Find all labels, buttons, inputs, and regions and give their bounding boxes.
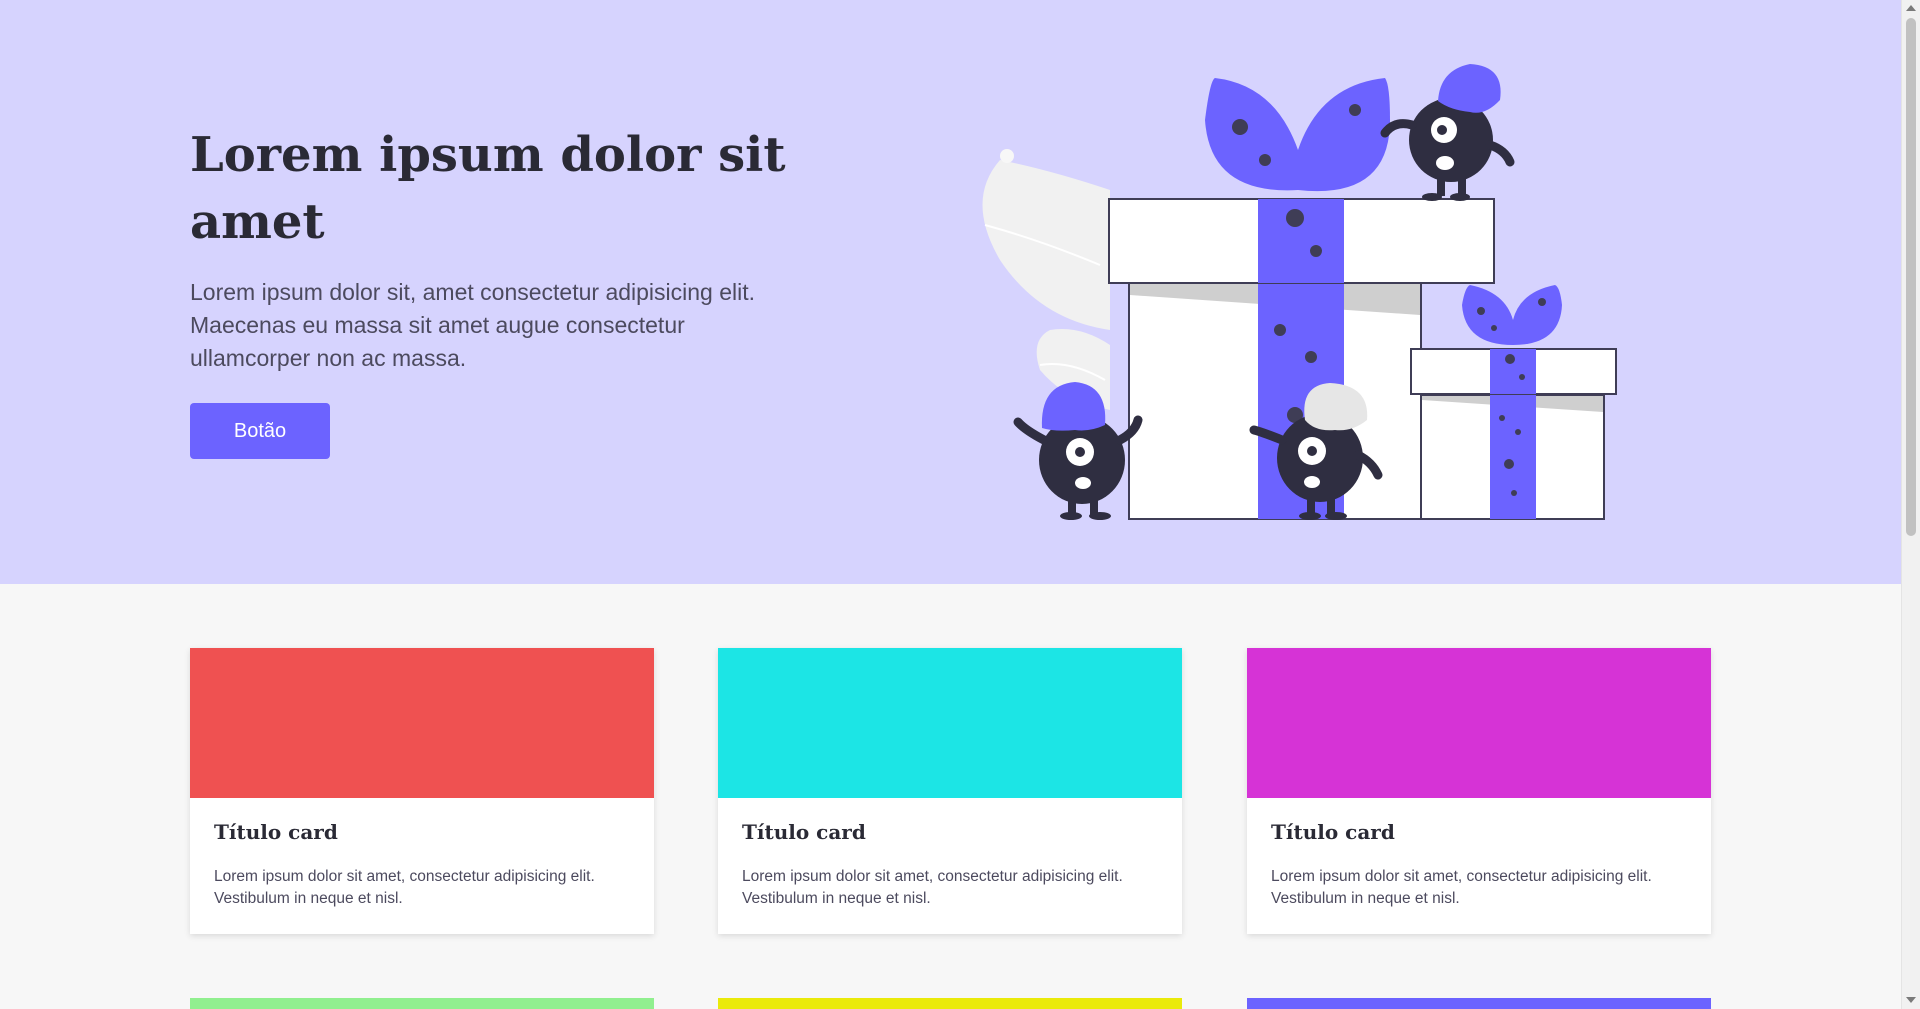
card-title: Título card bbox=[1271, 820, 1395, 844]
card-text: Lorem ipsum dolor sit amet, consectetur … bbox=[1271, 868, 1652, 907]
hero-title: Lorem ipsum dolor sit amet bbox=[190, 127, 786, 250]
card-3[interactable]: Título card Lorem ipsum dolor sit amet, … bbox=[1247, 648, 1711, 934]
card-6-top[interactable] bbox=[1247, 998, 1711, 1009]
card-text: Lorem ipsum dolor sit amet, consectetur … bbox=[742, 868, 1123, 907]
card-color-block bbox=[1247, 648, 1711, 798]
card-2[interactable]: Título card Lorem ipsum dolor sit amet, … bbox=[718, 648, 1182, 934]
card-color-block bbox=[190, 648, 654, 798]
page: Lorem ipsum dolor sit amet Lorem ipsum d… bbox=[0, 0, 1920, 1009]
hero-button[interactable]: Botão bbox=[190, 403, 330, 459]
scroll-up-arrow-icon[interactable] bbox=[1906, 5, 1916, 11]
card-text: Lorem ipsum dolor sit amet, consectetur … bbox=[214, 868, 595, 907]
card-title: Título card bbox=[742, 820, 866, 844]
hero-text: Lorem ipsum dolor sit, amet consectetur … bbox=[190, 279, 756, 371]
card-4-top[interactable] bbox=[190, 998, 654, 1009]
card-5-top[interactable] bbox=[718, 998, 1182, 1009]
gift-boxes-monsters-illustration bbox=[982, 64, 1617, 520]
card-1[interactable]: Título card Lorem ipsum dolor sit amet, … bbox=[190, 648, 654, 934]
card-color-block bbox=[718, 648, 1182, 798]
hero-section: Lorem ipsum dolor sit amet Lorem ipsum d… bbox=[0, 0, 1901, 584]
scroll-thumb[interactable] bbox=[1906, 18, 1916, 536]
card-title: Título card bbox=[214, 820, 338, 844]
scroll-down-arrow-icon[interactable] bbox=[1906, 997, 1916, 1003]
page-scrollbar[interactable] bbox=[1901, 0, 1920, 1009]
